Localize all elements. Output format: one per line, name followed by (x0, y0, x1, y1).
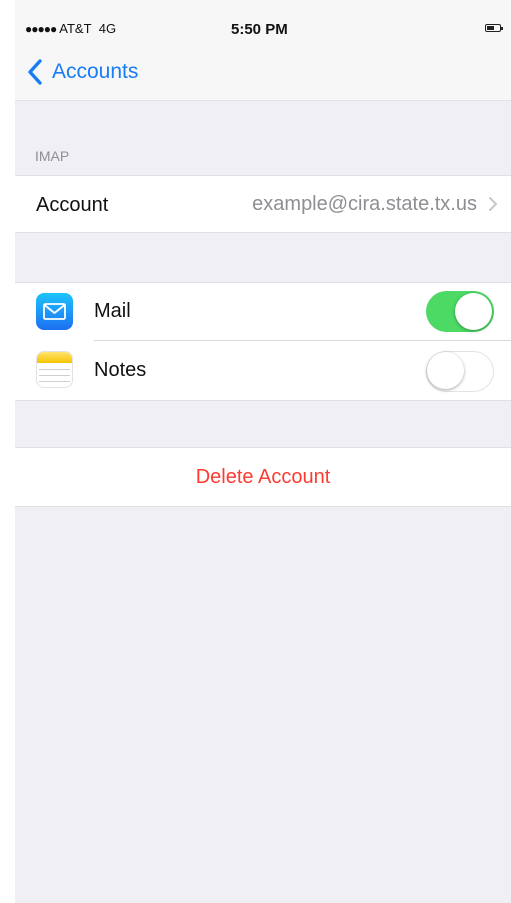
status-bar: ●●●●● AT&T 4G 5:50 PM (15, 0, 511, 44)
chevron-right-icon (489, 197, 497, 211)
battery-icon (485, 24, 503, 32)
delete-account-group: Delete Account (15, 447, 511, 507)
notes-toggle-row: Notes (15, 341, 511, 401)
delete-account-button[interactable]: Delete Account (15, 448, 511, 506)
imap-section-header: IMAP (35, 148, 70, 164)
carrier-name: AT&T (59, 21, 92, 36)
account-group: Account example@cira.state.tx.us (15, 175, 511, 233)
notes-toggle-switch[interactable] (426, 351, 494, 392)
back-button-label: Accounts (52, 60, 139, 83)
notes-app-icon (36, 351, 73, 388)
back-button[interactable]: Accounts (25, 58, 138, 86)
envelope-icon (43, 303, 66, 320)
toggle-knob (455, 293, 492, 330)
mail-toggle-row: Mail (15, 283, 511, 341)
mail-toggle-switch[interactable] (426, 291, 494, 332)
signal-strength-icon: ●●●●● (25, 22, 57, 36)
mail-app-icon (36, 293, 73, 330)
network-type: 4G (98, 21, 117, 36)
sync-toggles-group: Mail Notes (15, 282, 511, 401)
chevron-left-icon (28, 59, 42, 85)
account-email-value: example@cira.state.tx.us (252, 193, 477, 215)
settings-screen: ●●●●● AT&T 4G 5:50 PM Accounts IMAP Accou… (15, 0, 511, 903)
status-time: 5:50 PM (231, 21, 288, 38)
notes-label: Notes (94, 359, 147, 381)
toggle-knob (427, 352, 464, 389)
carrier-info: ●●●●● AT&T 4G (25, 21, 116, 36)
mail-label: Mail (94, 300, 131, 322)
account-row[interactable]: Account example@cira.state.tx.us (15, 176, 511, 233)
account-label: Account (36, 194, 109, 216)
navigation-bar: Accounts (15, 44, 511, 101)
